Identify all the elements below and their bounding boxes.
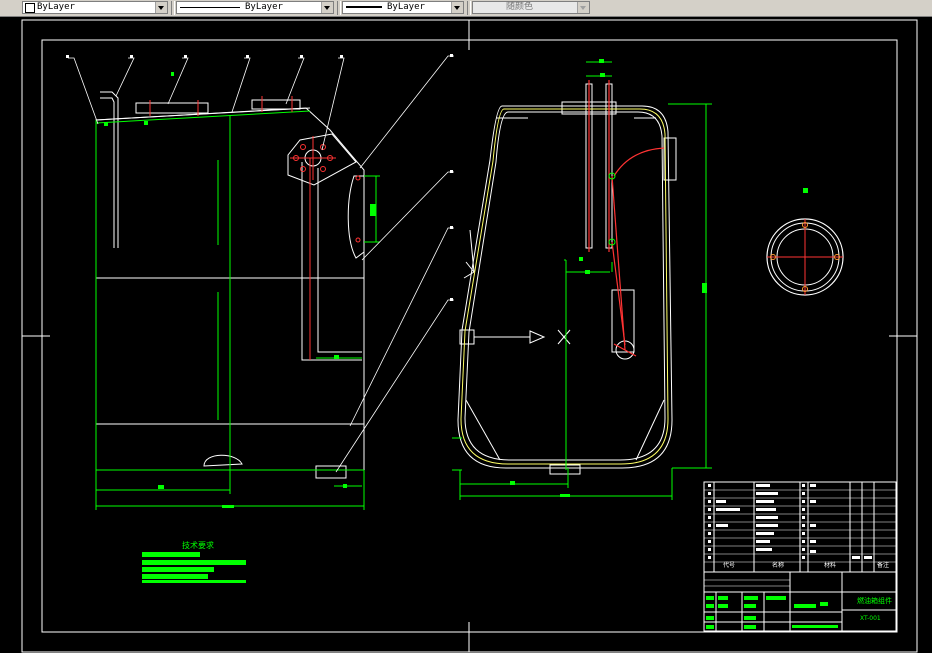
- title-block-material-label: 材料: [824, 561, 836, 569]
- title-block-drawing-name: 燃油箱组件: [857, 596, 892, 605]
- lineweight-control-value: ByLayer: [387, 2, 425, 12]
- title-block-drawing-code: XT-001: [860, 615, 881, 622]
- chevron-down-icon[interactable]: [451, 2, 463, 13]
- chevron-down-icon[interactable]: [577, 2, 589, 13]
- toolbar-separator: [337, 1, 341, 15]
- title-block-remark-label: 备注: [877, 561, 889, 569]
- linetype-control-value: ByLayer: [245, 2, 283, 12]
- plotstyle-control[interactable]: 随颜色: [472, 1, 590, 14]
- color-control-value: ByLayer: [37, 2, 75, 12]
- lineweight-control[interactable]: ByLayer: [342, 1, 464, 14]
- linetype-control[interactable]: ByLayer: [176, 1, 334, 14]
- plotstyle-control-value: 随颜色: [506, 2, 534, 12]
- title-block-code-label: 代号: [723, 561, 735, 569]
- linetype-preview: [180, 7, 240, 8]
- color-control[interactable]: ByLayer: [22, 1, 168, 14]
- tech-notes-title: 技术要求: [182, 540, 214, 550]
- chevron-down-icon[interactable]: [155, 2, 167, 13]
- lineweight-preview: [346, 6, 382, 8]
- drawing-canvas[interactable]: 技术要求 代号 名称 材料 备注 燃油箱组件 XT-001: [0, 17, 932, 653]
- toolbar-separator: [467, 1, 471, 15]
- chevron-down-icon[interactable]: [321, 2, 333, 13]
- color-swatch: [25, 3, 35, 13]
- title-block-name-label: 名称: [772, 561, 784, 569]
- toolbar-separator: [171, 1, 175, 15]
- properties-toolbar: ByLayer ByLayer ByLayer 随颜色: [0, 0, 932, 17]
- canvas-background: [0, 17, 932, 653]
